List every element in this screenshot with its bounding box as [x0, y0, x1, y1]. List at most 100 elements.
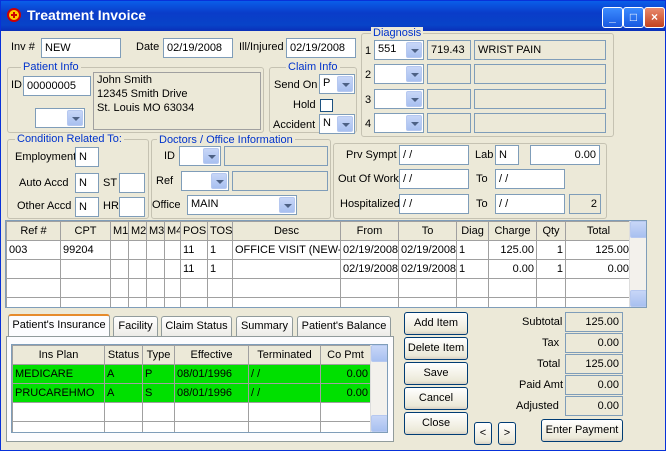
tab-summary[interactable]: Summary	[236, 316, 293, 337]
table-cell[interactable]	[110, 278, 129, 298]
tab-facility[interactable]: Facility	[113, 316, 158, 337]
table-cell[interactable]	[232, 259, 341, 279]
table-cell[interactable]	[488, 278, 537, 298]
employment-field[interactable]: N	[75, 147, 99, 167]
table-cell[interactable]	[128, 240, 147, 260]
table-cell[interactable]	[565, 297, 632, 307]
table-cell[interactable]	[128, 278, 147, 298]
st-field[interactable]	[119, 173, 145, 193]
col-to[interactable]: To	[398, 221, 457, 241]
table-cell[interactable]	[6, 297, 61, 307]
table-cell[interactable]	[146, 259, 165, 279]
table-cell[interactable]: 11	[180, 240, 208, 260]
table-row[interactable]	[12, 421, 371, 432]
table-cell[interactable]	[12, 402, 105, 422]
add-item-button[interactable]: Add Item	[404, 312, 468, 335]
table-cell[interactable]	[104, 421, 143, 432]
table-cell[interactable]: 08/01/1996	[174, 383, 249, 403]
table-cell[interactable]	[180, 297, 208, 307]
table-cell[interactable]: OFFICE VISIT (NEW-M	[232, 240, 341, 260]
table-cell[interactable]: 1	[536, 240, 566, 260]
table-cell[interactable]: 0.00	[320, 364, 371, 384]
col-total[interactable]: Total	[565, 221, 632, 241]
table-cell[interactable]: P	[142, 364, 175, 384]
patient-select[interactable]	[35, 108, 85, 128]
hold-checkbox[interactable]	[320, 99, 333, 112]
table-cell[interactable]	[60, 259, 111, 279]
table-cell[interactable]: 11	[180, 259, 208, 279]
diagnosis-code-select[interactable]: 551	[374, 40, 424, 60]
col-qty[interactable]: Qty	[536, 221, 566, 241]
scroll-up-icon[interactable]	[371, 345, 387, 362]
save-button[interactable]: Save	[404, 362, 468, 385]
col-ins-plan[interactable]: Ins Plan	[12, 345, 105, 365]
table-row[interactable]	[6, 278, 632, 298]
table-row[interactable]: PRUCAREHMO A S 08/01/1996 / /0.00	[12, 383, 371, 403]
inv-number-field[interactable]: NEW	[41, 38, 121, 58]
table-cell[interactable]	[146, 278, 165, 298]
ref-select[interactable]	[181, 171, 229, 191]
table-cell[interactable]	[340, 278, 399, 298]
table-cell[interactable]	[207, 278, 233, 298]
table-cell[interactable]	[456, 297, 489, 307]
col-from[interactable]: From	[340, 221, 399, 241]
table-cell[interactable]: MEDICARE	[12, 364, 105, 384]
table-cell[interactable]	[146, 240, 165, 260]
scroll-down-icon[interactable]	[371, 415, 387, 432]
service-lines-grid[interactable]: Ref # CPT M1 M2 M3 M4 POS TOS Desc From …	[5, 220, 647, 308]
table-cell[interactable]	[142, 402, 175, 422]
table-cell[interactable]	[207, 297, 233, 307]
col-m2[interactable]: M2	[128, 221, 147, 241]
scroll-down-icon[interactable]	[630, 290, 646, 307]
table-cell[interactable]	[536, 297, 566, 307]
table-cell[interactable]	[320, 421, 371, 432]
table-cell[interactable]: S	[142, 383, 175, 403]
table-row[interactable]	[12, 402, 371, 422]
table-cell[interactable]	[128, 297, 147, 307]
table-cell[interactable]: 1	[207, 240, 233, 260]
col-pos[interactable]: POS	[180, 221, 208, 241]
table-cell[interactable]	[110, 240, 129, 260]
col-status[interactable]: Status	[104, 345, 143, 365]
table-cell[interactable]	[60, 278, 111, 298]
scroll-up-icon[interactable]	[630, 221, 646, 238]
table-cell[interactable]: 99204	[60, 240, 111, 260]
table-cell[interactable]	[174, 421, 249, 432]
diagnosis-code-select[interactable]	[374, 113, 424, 133]
title-bar[interactable]: Treatment Invoice _ □ ×	[1, 1, 665, 31]
insurance-scrollbar[interactable]	[370, 345, 387, 432]
table-cell[interactable]	[565, 278, 632, 298]
table-cell[interactable]	[60, 297, 111, 307]
out-of-work-field[interactable]: / /	[399, 169, 469, 189]
table-cell[interactable]	[164, 259, 181, 279]
table-cell[interactable]	[248, 402, 321, 422]
insurance-grid[interactable]: Ins Plan Status Type Effective Terminate…	[11, 344, 388, 433]
lab-field[interactable]: N	[495, 145, 519, 165]
delete-item-button[interactable]: Delete Item	[404, 337, 468, 360]
office-select[interactable]: MAIN	[187, 195, 297, 215]
table-cell[interactable]: 1	[456, 240, 489, 260]
table-cell[interactable]	[128, 259, 147, 279]
service-lines-scrollbar[interactable]	[629, 221, 646, 307]
cancel-button[interactable]: Cancel	[404, 387, 468, 410]
table-cell[interactable]: A	[104, 364, 143, 384]
doctor-id-select[interactable]	[179, 146, 221, 166]
table-cell[interactable]	[146, 297, 165, 307]
table-cell[interactable]	[164, 297, 181, 307]
table-cell[interactable]: 02/19/2008	[398, 240, 457, 260]
table-cell[interactable]: 003	[6, 240, 61, 260]
table-cell[interactable]	[232, 278, 341, 298]
next-button[interactable]: >	[498, 422, 516, 445]
date-field[interactable]: 02/19/2008	[163, 38, 233, 58]
col-desc[interactable]: Desc	[232, 221, 341, 241]
table-cell[interactable]: 0.00	[488, 259, 537, 279]
table-cell[interactable]	[12, 421, 105, 432]
table-cell[interactable]	[104, 402, 143, 422]
table-cell[interactable]: PRUCAREHMO	[12, 383, 105, 403]
col-terminated[interactable]: Terminated	[248, 345, 321, 365]
table-cell[interactable]: 125.00	[488, 240, 537, 260]
ill-injured-field[interactable]: 02/19/2008	[286, 38, 356, 58]
maximize-icon[interactable]: □	[623, 7, 644, 28]
send-on-select[interactable]: P	[319, 74, 355, 94]
tab-patients-balance[interactable]: Patient's Balance	[297, 316, 391, 337]
